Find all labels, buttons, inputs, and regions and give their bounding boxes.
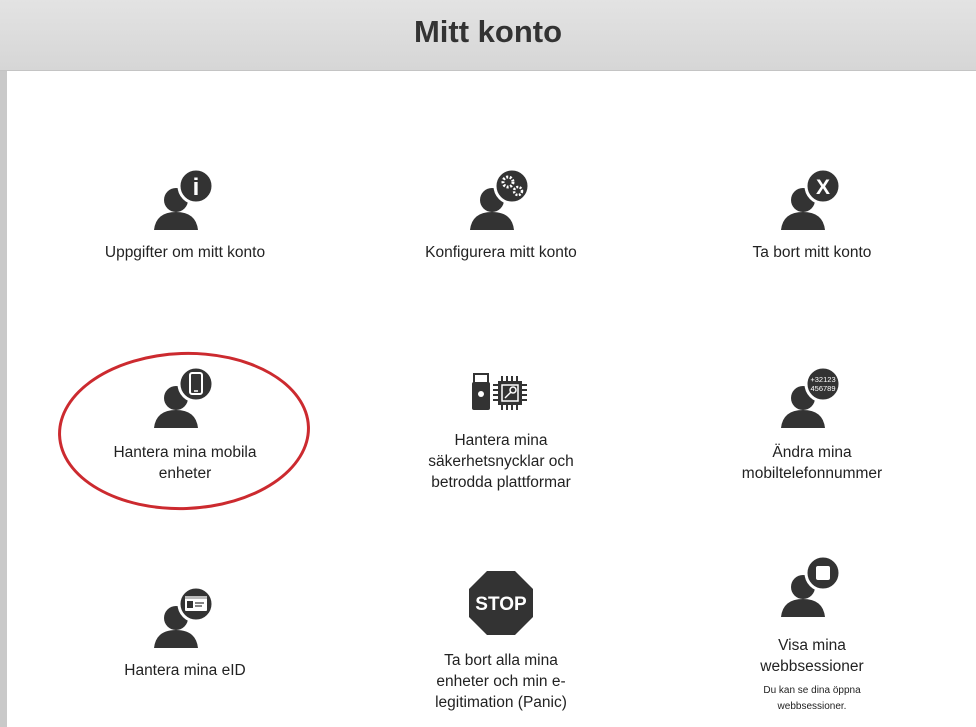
tile-eid[interactable]: Hantera mina eID <box>60 586 310 681</box>
tile-configure-account[interactable]: Konfigurera mitt konto <box>376 168 626 263</box>
page-header: Mitt konto <box>0 0 976 71</box>
tile-description: Du kan se dina öppna webbsessioner. <box>763 685 861 712</box>
svg-text:+32123: +32123 <box>810 375 835 384</box>
svg-text:STOP: STOP <box>475 594 527 615</box>
user-eid-card-icon <box>154 586 215 648</box>
tile-change-phone-numbers[interactable]: +32123 456789 Ändra mina mobiltelefonnum… <box>687 366 937 484</box>
security-key-chip-icon <box>472 373 527 410</box>
tile-web-sessions[interactable]: Visa mina webbsessioner Du kan se dina ö… <box>687 555 937 715</box>
tile-label: Konfigurera mitt konto <box>425 244 577 261</box>
tile-security-keys[interactable]: Hantera mina säkerhetsnycklar och betrod… <box>376 372 626 493</box>
tile-label: Hantera mina säkerhetsnycklar och betrod… <box>428 432 574 491</box>
tile-label: Visa mina webbsessioner <box>760 637 864 675</box>
svg-text:X: X <box>816 176 830 199</box>
tile-label: Ta bort alla mina enheter och min e-legi… <box>435 652 567 711</box>
tile-label: Ta bort mitt konto <box>752 244 872 261</box>
user-remove-icon: X <box>781 168 842 230</box>
tile-label: Ändra mina mobiltelefonnummer <box>741 444 883 482</box>
page-title: Mitt konto <box>413 14 563 49</box>
svg-text:456789: 456789 <box>810 384 835 393</box>
tile-label: Uppgifter om mitt konto <box>104 244 266 261</box>
tile-label: Hantera mina eID <box>124 662 246 679</box>
svg-text:i: i <box>193 174 200 201</box>
user-settings-icon <box>470 168 531 230</box>
tile-panic[interactable]: STOP Ta bort alla mina enheter och min e… <box>376 570 626 713</box>
user-session-icon <box>781 555 842 617</box>
stop-sign-icon: STOP <box>469 571 533 635</box>
tile-account-info[interactable]: i Uppgifter om mitt konto <box>60 168 310 263</box>
user-info-icon: i <box>154 168 215 230</box>
user-phone-number-icon: +32123 456789 <box>781 366 842 428</box>
tile-delete-account[interactable]: X Ta bort mitt konto <box>687 168 937 263</box>
